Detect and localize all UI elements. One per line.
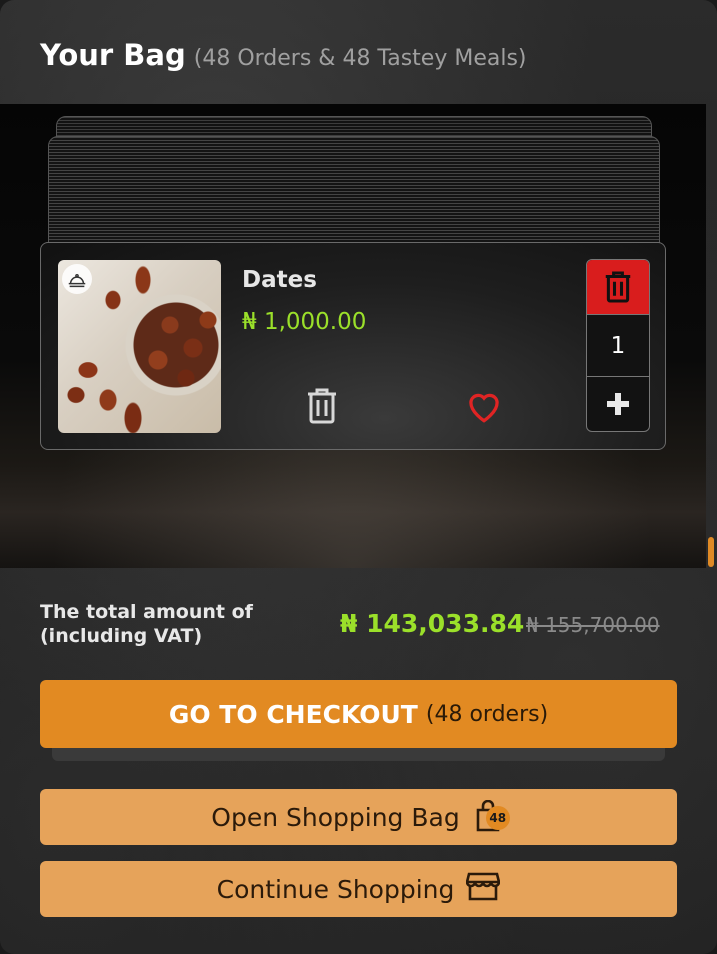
scrollbar-thumb[interactable] xyxy=(708,537,714,567)
item-name: Dates xyxy=(242,267,317,293)
item-price: ₦ 1,000.00 xyxy=(242,309,367,335)
bag-count-badge: 48 xyxy=(485,806,510,830)
bag-item-card: Dates ₦ 1,000.00 1 xyxy=(40,242,666,450)
checkout-order-count: (48 orders) xyxy=(425,701,549,727)
stacked-cards-middle xyxy=(48,136,660,256)
checkout-button[interactable]: GO TO CHECKOUT (48 orders) xyxy=(40,680,677,748)
original-total-price: ₦ 155,700.00 xyxy=(526,613,660,637)
open-shopping-bag-label: Open Shopping Bag xyxy=(211,802,460,832)
checkout-label: GO TO CHECKOUT xyxy=(168,699,418,729)
shopping-bag-icon: 48 xyxy=(472,799,510,834)
continue-shopping-button[interactable]: Continue Shopping xyxy=(40,861,677,917)
quantity-value: 1 xyxy=(587,315,649,377)
total-amount-label: The total amount of (including VAT) xyxy=(40,601,253,647)
plus-icon xyxy=(607,393,629,415)
total-price: ₦ 143,033.84 xyxy=(340,609,525,638)
increase-quantity-button[interactable] xyxy=(587,377,649,431)
cloche-icon xyxy=(62,264,92,294)
continue-shopping-label: Continue Shopping xyxy=(216,874,455,904)
shopping-bag-panel: Your Bag (48 Orders & 48 Tastey Meals) D… xyxy=(0,0,717,954)
bag-summary-subtitle: (48 Orders & 48 Tastey Meals) xyxy=(193,46,527,71)
trash-icon xyxy=(308,388,336,424)
quantity-stepper: 1 xyxy=(586,259,650,432)
decrease-delete-button[interactable] xyxy=(587,260,649,315)
bag-header: Your Bag (48 Orders & 48 Tastey Meals) xyxy=(40,38,527,72)
heart-icon xyxy=(469,393,499,423)
remove-item-button[interactable] xyxy=(303,387,341,425)
store-icon xyxy=(465,870,502,908)
page-title: Your Bag xyxy=(40,38,186,72)
trash-icon xyxy=(605,271,631,303)
item-image[interactable] xyxy=(58,260,221,433)
favorite-button[interactable] xyxy=(463,386,505,426)
open-shopping-bag-button[interactable]: Open Shopping Bag 48 xyxy=(40,789,677,845)
